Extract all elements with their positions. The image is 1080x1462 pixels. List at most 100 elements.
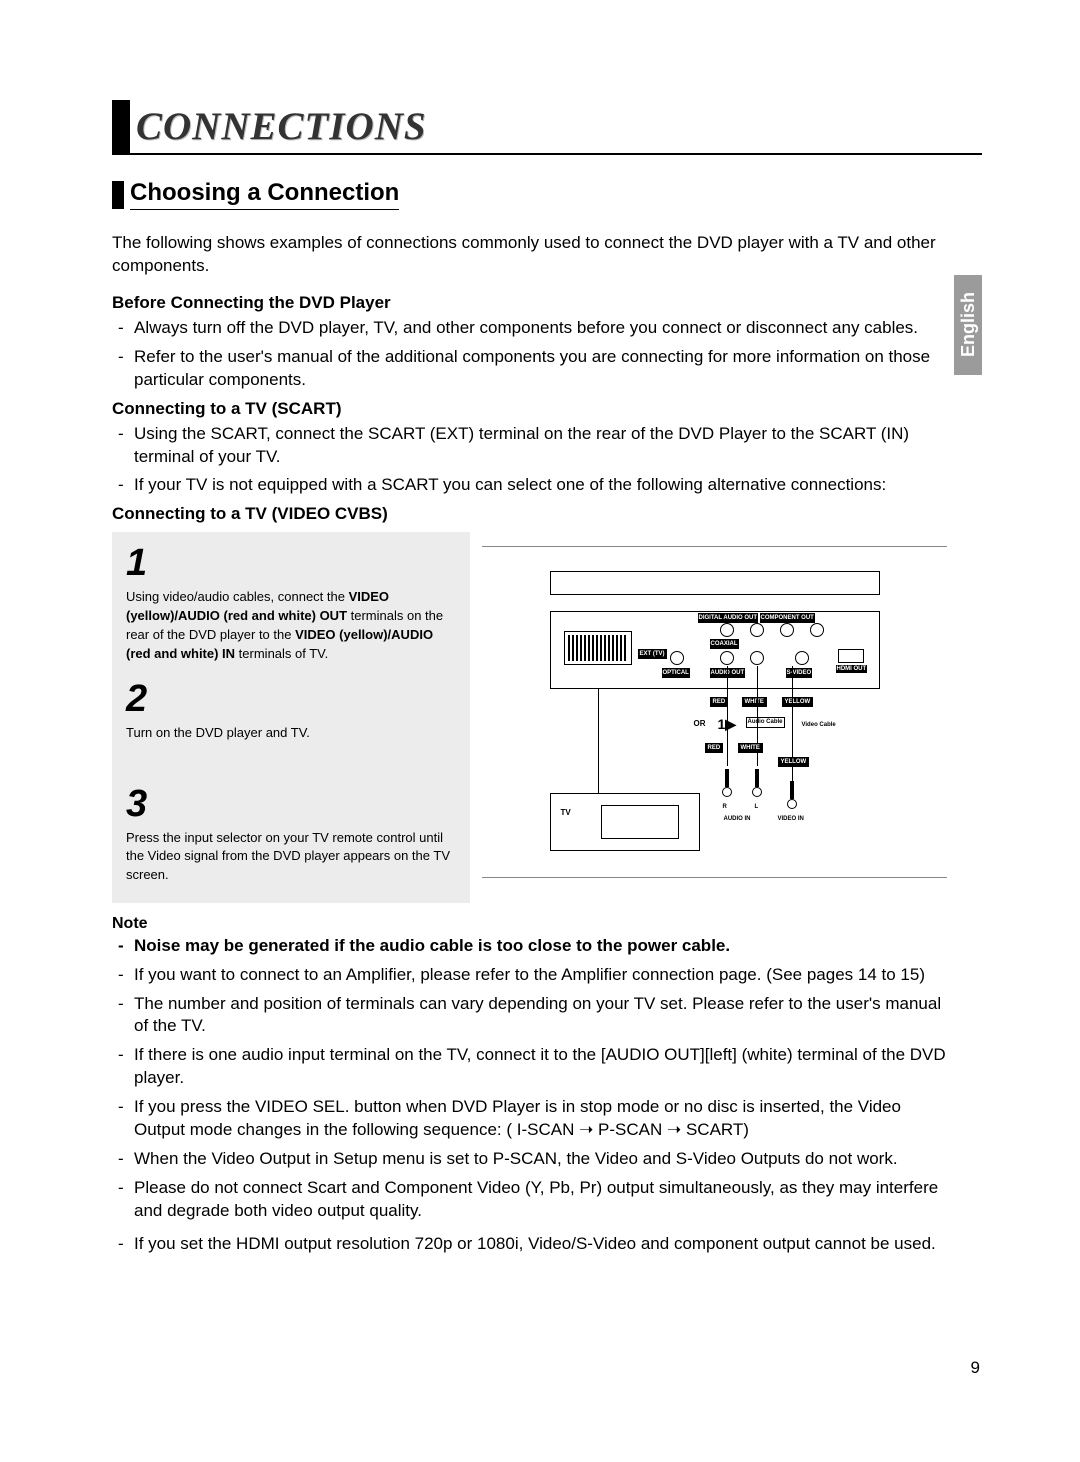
dash-icon: - xyxy=(118,474,134,497)
steps-and-diagram: 1 Using video/audio cables, connect the … xyxy=(112,532,947,903)
scart-pins-decor xyxy=(568,635,628,661)
l-label: L xyxy=(755,803,759,811)
video-in-label: VIDEO IN xyxy=(778,815,804,823)
yellow-label: YELLOW xyxy=(778,757,810,767)
tv-label: TV xyxy=(561,808,571,819)
step-number: 3 xyxy=(126,785,456,823)
jack-icon xyxy=(720,623,734,637)
step-number: 2 xyxy=(126,680,456,718)
red-label: RED xyxy=(705,743,724,753)
bullet-text: When the Video Output in Setup menu is s… xyxy=(134,1148,947,1171)
dash-icon: - xyxy=(118,964,134,987)
or-label: OR xyxy=(694,719,706,730)
list-item: -When the Video Output in Setup menu is … xyxy=(112,1148,947,1171)
coaxial-label: COAXIAL xyxy=(710,639,739,649)
section-title: Choosing a Connection xyxy=(130,179,399,210)
scart-cable-icon xyxy=(598,689,599,793)
step-number: 1 xyxy=(126,544,456,582)
dvd-player-top-icon xyxy=(550,571,880,595)
list-item: -Refer to the user's manual of the addit… xyxy=(112,346,947,392)
jack-icon xyxy=(810,623,824,637)
digital-audio-out-label: DIGITAL AUDIO OUT xyxy=(698,613,759,623)
white-label: WHITE xyxy=(738,743,763,753)
list-item: -If you set the HDMI output resolution 7… xyxy=(112,1233,947,1256)
white-label: WHITE xyxy=(742,697,767,707)
dash-icon: - xyxy=(118,1233,134,1256)
intro-paragraph: The following shows examples of connecti… xyxy=(112,232,947,278)
step-2-text: Turn on the DVD player and TV. xyxy=(126,724,456,743)
page-number: 9 xyxy=(971,1358,980,1378)
bullet-text: If you want to connect to an Amplifier, … xyxy=(134,964,947,987)
list-item: -If you press the VIDEO SEL. button when… xyxy=(112,1096,947,1142)
bullet-text: Refer to the user's manual of the additi… xyxy=(134,346,947,392)
diagram-box: EXT (TV) DIGITAL AUDIO OUT COAXIAL COMPO… xyxy=(550,571,880,861)
hdmi-out-label: HDMI OUT xyxy=(836,665,868,673)
dash-icon: - xyxy=(118,935,134,958)
jack-icon xyxy=(750,623,764,637)
dash-icon: - xyxy=(118,1044,134,1090)
rca-plug-icon xyxy=(752,769,762,797)
yellow-label: YELLOW xyxy=(782,697,814,707)
connection-diagram: EXT (TV) DIGITAL AUDIO OUT COAXIAL COMPO… xyxy=(482,532,947,903)
manual-page: CONNECTIONS Choosing a Connection Englis… xyxy=(0,0,1080,1462)
hdmi-port-icon xyxy=(838,649,864,663)
subhead-before-connecting: Before Connecting the DVD Player xyxy=(112,292,947,315)
bullet-text: If your TV is not equipped with a SCART … xyxy=(134,474,947,497)
dash-icon: - xyxy=(118,1148,134,1171)
jack-icon xyxy=(780,623,794,637)
chapter-header: CONNECTIONS xyxy=(112,100,982,155)
list-item: -If you want to connect to an Amplifier,… xyxy=(112,964,947,987)
bullet-text: Please do not connect Scart and Componen… xyxy=(134,1177,947,1223)
rca-plug-icon xyxy=(722,769,732,797)
chapter-title: CONNECTIONS xyxy=(136,104,427,153)
dash-icon: - xyxy=(118,1096,134,1142)
audio-in-label: AUDIO IN xyxy=(724,815,751,823)
bullet-text: Always turn off the DVD player, TV, and … xyxy=(134,317,947,340)
bullet-text: If you set the HDMI output resolution 72… xyxy=(134,1233,947,1256)
bullet-text: If you press the VIDEO SEL. button when … xyxy=(134,1096,947,1142)
list-item: -The number and position of terminals ca… xyxy=(112,993,947,1039)
optical-label: OPTICAL xyxy=(662,668,690,678)
video-cable-label: Video Cable xyxy=(802,721,836,729)
chapter-tab-decor xyxy=(112,100,130,153)
section-header: Choosing a Connection xyxy=(112,179,982,210)
list-item: -Noise may be generated if the audio cab… xyxy=(112,935,947,958)
bullet-text: If there is one audio input terminal on … xyxy=(134,1044,947,1090)
red-label: RED xyxy=(710,697,729,707)
list-item: -Please do not connect Scart and Compone… xyxy=(112,1177,947,1223)
language-label: English xyxy=(958,292,979,357)
bullet-text: Using the SCART, connect the SCART (EXT)… xyxy=(134,423,947,469)
audio-cable-label: Audio Cable xyxy=(746,717,785,728)
svideo-label: S-VIDEO xyxy=(786,668,813,678)
dash-icon: - xyxy=(118,1177,134,1223)
list-item: -Using the SCART, connect the SCART (EXT… xyxy=(112,423,947,469)
list-item: -If your TV is not equipped with a SCART… xyxy=(112,474,947,497)
note-bold-text: Noise may be generated if the audio cabl… xyxy=(134,935,947,958)
section-mark-decor xyxy=(112,181,124,209)
divider xyxy=(482,546,947,547)
jack-icon xyxy=(720,651,734,665)
subhead-scart: Connecting to a TV (SCART) xyxy=(112,398,947,421)
cable-icon xyxy=(727,666,728,766)
divider xyxy=(482,877,947,878)
dash-icon: - xyxy=(118,346,134,392)
list-item: -If there is one audio input terminal on… xyxy=(112,1044,947,1090)
cable-icon xyxy=(792,666,793,796)
list-item: -Always turn off the DVD player, TV, and… xyxy=(112,317,947,340)
subhead-video-cvbs: Connecting to a TV (VIDEO CVBS) xyxy=(112,503,947,526)
page-content: The following shows examples of connecti… xyxy=(112,232,947,1256)
steps-panel: 1 Using video/audio cables, connect the … xyxy=(112,532,470,903)
tv-box-icon: TV xyxy=(550,793,700,851)
note-heading: Note xyxy=(112,913,947,935)
bullet-text: The number and position of terminals can… xyxy=(134,993,947,1039)
jack-icon xyxy=(670,651,684,665)
ext-label: EXT (TV) xyxy=(638,649,667,659)
step-3-text: Press the input selector on your TV remo… xyxy=(126,829,456,886)
language-tab: English xyxy=(954,275,982,375)
r-label: R xyxy=(723,803,727,811)
jack-icon xyxy=(750,651,764,665)
step-1-text: Using video/audio cables, connect the VI… xyxy=(126,588,456,663)
dash-icon: - xyxy=(118,993,134,1039)
component-out-label: COMPONENT OUT xyxy=(760,613,815,623)
dash-icon: - xyxy=(118,423,134,469)
